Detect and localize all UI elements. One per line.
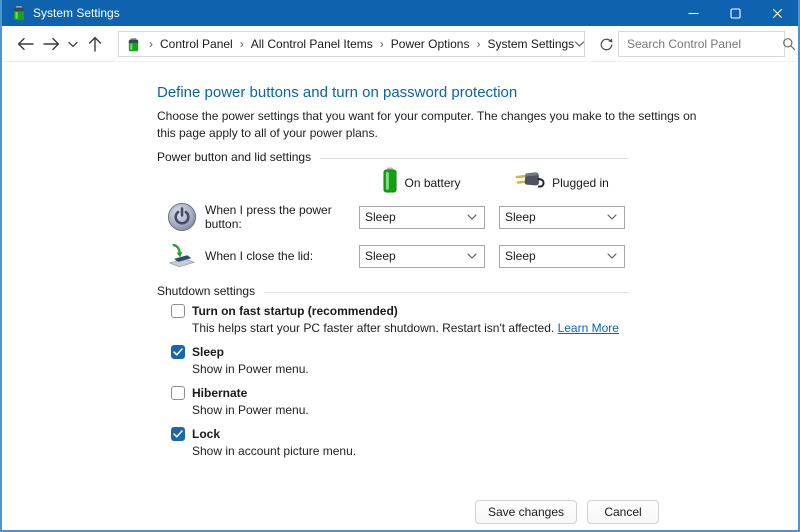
lid-close-on-battery-select[interactable]: Sleep [359,245,485,268]
power-button-row: When I press the power button: Sleep Sle… [157,202,659,232]
address-dropdown-icon[interactable] [574,40,585,48]
shutdown-settings-list: Turn on fast startup (recommended) This … [171,304,619,468]
select-value: Sleep [505,210,607,224]
hibernate-checkbox[interactable] [171,386,185,400]
hibernate-description: Show in Power menu. [192,403,619,417]
on-battery-icon [383,167,397,193]
sleep-item: Sleep Show in Power menu. [171,345,619,376]
search-icon[interactable] [782,37,796,51]
lid-close-row-label: When I close the lid: [205,249,359,263]
breadcrumb-control-panel[interactable]: Control Panel [160,37,233,51]
learn-more-link[interactable]: Learn More [558,321,619,335]
section-divider [264,292,629,293]
breadcrumb-separator: › [149,37,153,51]
save-changes-button[interactable]: Save changes [475,500,577,524]
lock-label: Lock [192,427,220,441]
page-intro: Choose the power settings that you want … [157,108,702,143]
lid-close-row: When I close the lid: Sleep Sleep [157,241,659,271]
power-section-title: Power button and lid settings [157,150,311,164]
minimize-button[interactable] [672,0,714,26]
power-button-icon [167,202,197,232]
window-title: System Settings [33,6,120,20]
up-icon[interactable] [82,31,108,57]
maximize-button[interactable] [714,0,756,26]
recent-pages-chevron-icon[interactable] [64,31,82,57]
sleep-checkbox[interactable] [171,345,185,359]
fast-startup-item: Turn on fast startup (recommended) This … [171,304,619,335]
breadcrumb-power-options[interactable]: Power Options [391,37,470,51]
chevron-down-icon [607,214,617,220]
forward-icon[interactable] [38,31,64,57]
sleep-description: Show in Power menu. [192,362,619,376]
lock-description: Show in account picture menu. [192,444,619,458]
search-box[interactable] [618,31,785,57]
lid-close-icon [167,242,197,270]
fast-startup-label: Turn on fast startup (recommended) [192,304,398,318]
cancel-button[interactable]: Cancel [587,500,659,524]
breadcrumb-separator: › [380,37,384,51]
on-battery-header: On battery [359,167,485,194]
column-headers: On battery Plugged in [157,164,629,194]
power-button-row-label: When I press the power button: [205,203,359,231]
page-title: Define power buttons and turn on passwor… [157,84,517,101]
power-button-plugged-in-select[interactable]: Sleep [499,206,625,229]
breadcrumb-all-items[interactable]: All Control Panel Items [251,37,373,51]
navigation-toolbar: › Control Panel › All Control Panel Item… [2,26,798,62]
close-button[interactable] [756,0,798,26]
fast-startup-checkbox[interactable] [171,304,185,318]
page-content: Define power buttons and turn on passwor… [2,62,798,528]
breadcrumb-separator: › [476,37,480,51]
select-value: Sleep [505,249,607,263]
section-divider [320,158,629,159]
hibernate-item: Hibernate Show in Power menu. [171,386,619,417]
lock-item: Lock Show in account picture menu. [171,427,619,458]
breadcrumb-separator: › [240,37,244,51]
power-button-on-battery-select[interactable]: Sleep [359,206,485,229]
fast-startup-description: This helps start your PC faster after sh… [192,321,619,335]
chevron-down-icon [467,214,477,220]
lock-checkbox[interactable] [171,427,185,441]
address-bar[interactable]: › Control Panel › All Control Panel Item… [118,31,585,57]
hibernate-label: Hibernate [192,386,247,400]
titlebar: System Settings [2,0,798,26]
sleep-label: Sleep [192,345,224,359]
chevron-down-icon [467,253,477,259]
plugged-in-label: Plugged in [552,176,609,193]
power-section-header: Power button and lid settings [157,150,629,164]
lid-close-plugged-in-select[interactable]: Sleep [499,245,625,268]
search-input[interactable] [627,37,782,51]
select-value: Sleep [365,249,467,263]
plugged-in-icon [515,170,545,193]
address-battery-icon [126,37,141,52]
footer-buttons: Save changes Cancel [157,500,659,524]
fast-startup-description-text: This helps start your PC faster after sh… [192,321,558,335]
plugged-in-header: Plugged in [499,170,625,194]
nav-buttons [12,31,108,57]
on-battery-label: On battery [404,176,460,193]
breadcrumb-system-settings[interactable]: System Settings [487,37,574,51]
shutdown-section-header: Shutdown settings [157,284,629,298]
shutdown-section-title: Shutdown settings [157,284,255,298]
refresh-icon[interactable] [593,31,619,57]
select-value: Sleep [365,210,467,224]
chevron-down-icon [607,253,617,259]
system-settings-window: System Settings [0,0,800,532]
back-icon[interactable] [12,31,38,57]
power-options-battery-icon [11,5,27,21]
